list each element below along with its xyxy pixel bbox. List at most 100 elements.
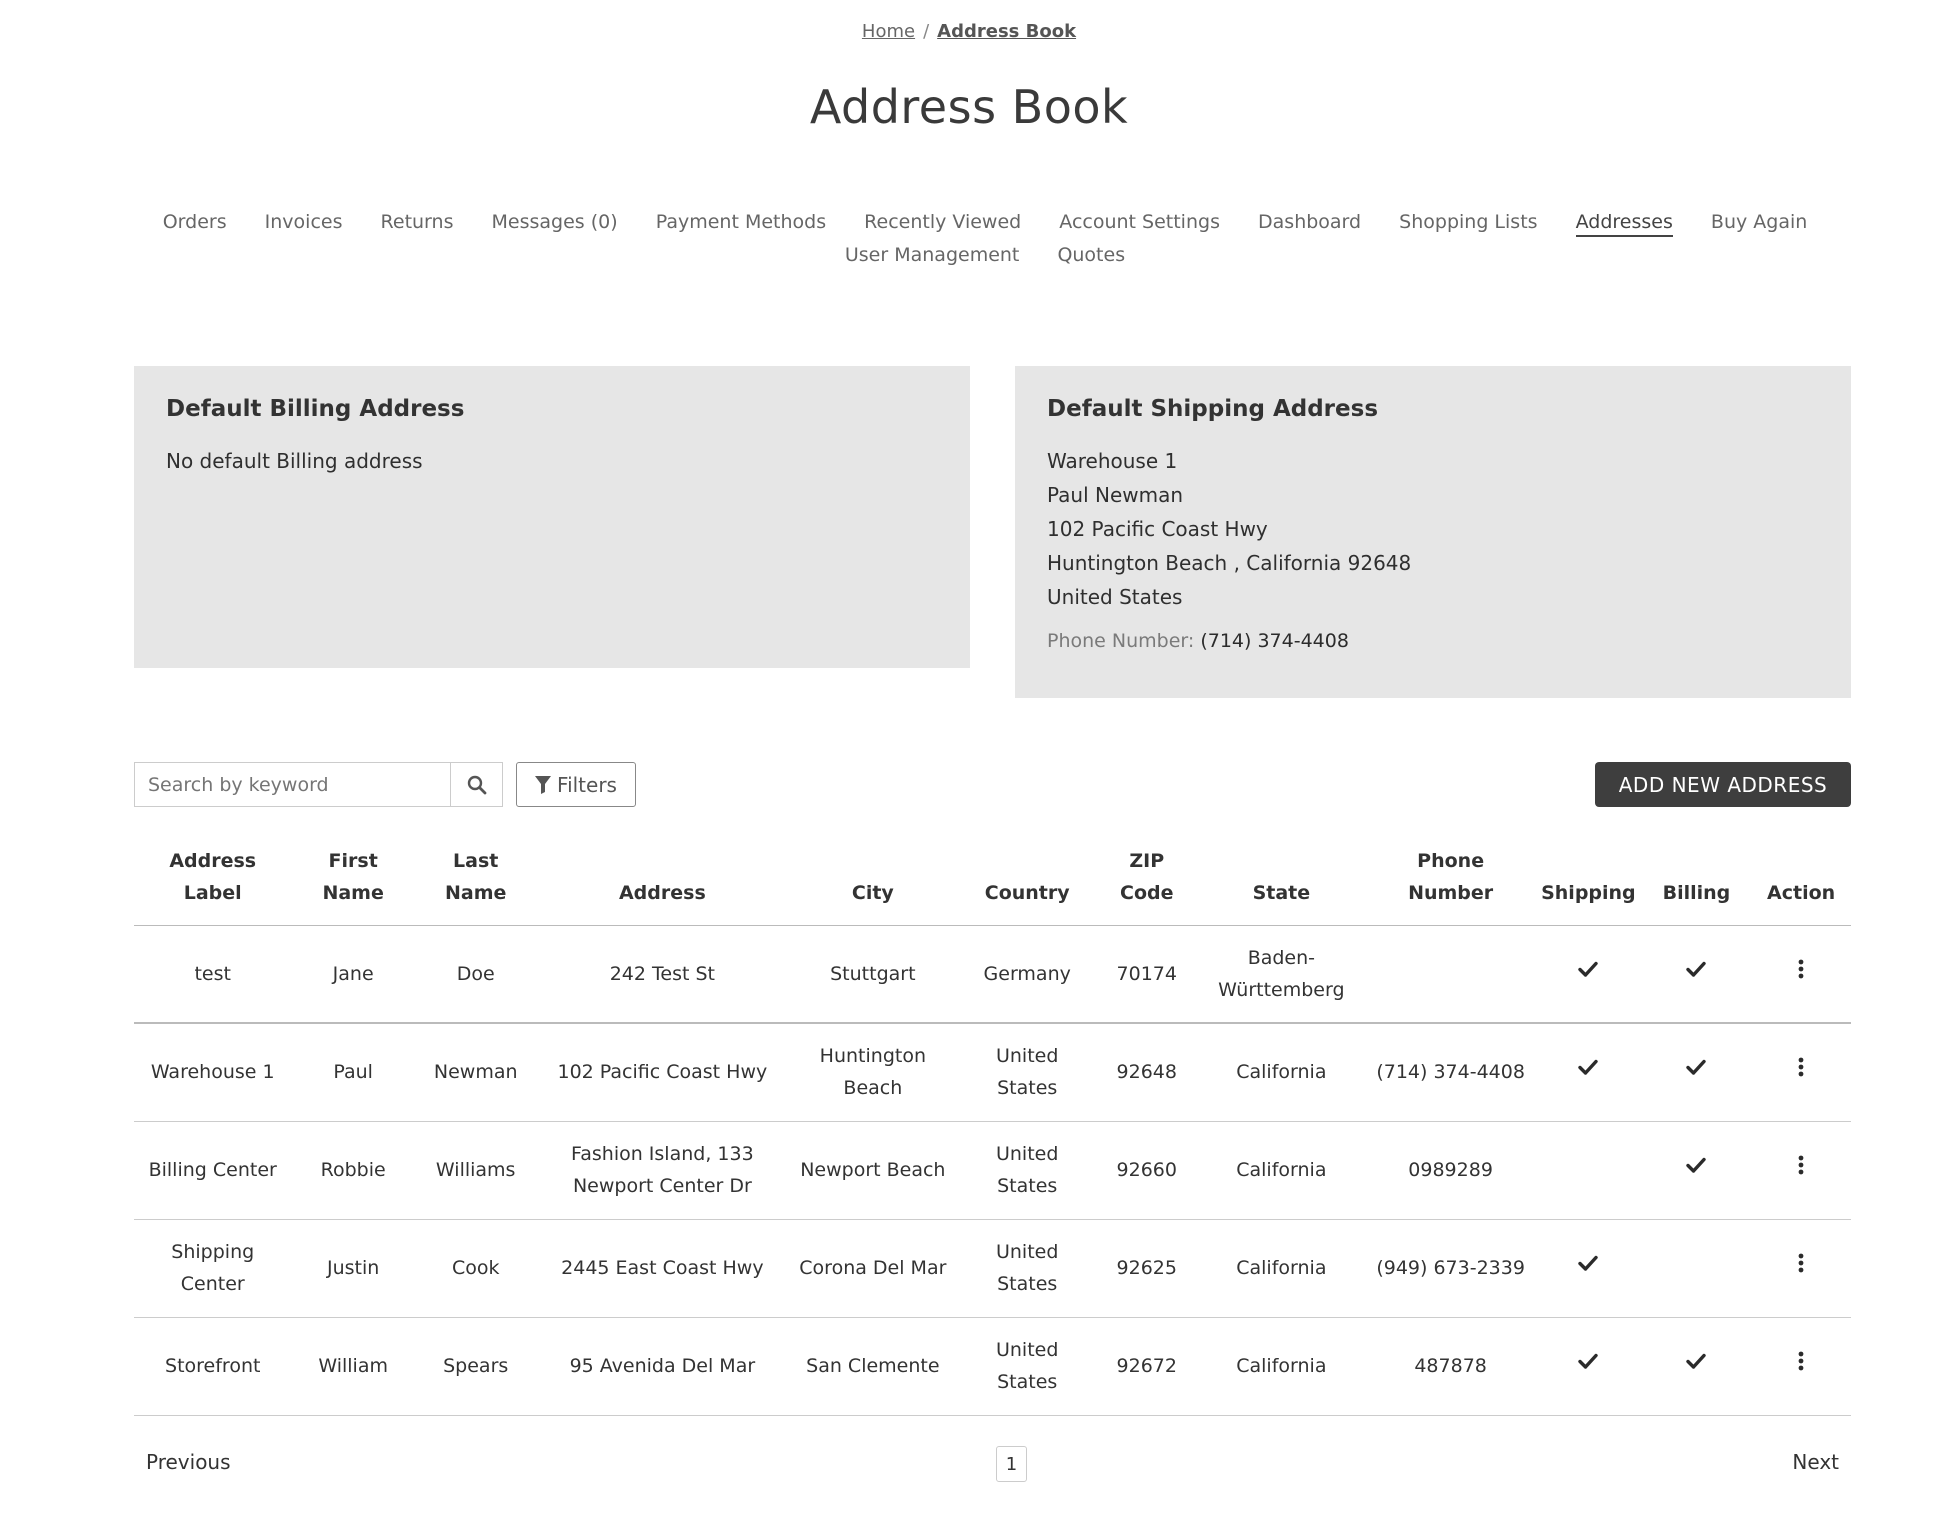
cell-address: 95 Avenida Del Mar — [536, 1317, 789, 1416]
cell-action — [1751, 1121, 1851, 1220]
filters-button[interactable]: Filters — [516, 762, 636, 807]
nav-item-orders[interactable]: Orders — [163, 206, 227, 239]
check-icon — [1578, 1060, 1599, 1075]
cell-shipping — [1535, 1023, 1642, 1122]
nav-item-invoices[interactable]: Invoices — [265, 206, 343, 239]
col-state: State — [1196, 840, 1367, 926]
cell-action — [1751, 1317, 1851, 1416]
filter-icon — [535, 775, 552, 794]
cell-state: California — [1196, 1317, 1367, 1416]
cell-first-name: William — [291, 1317, 415, 1416]
cell-action — [1751, 1219, 1851, 1318]
check-icon — [1686, 1060, 1707, 1075]
cell-address: 242 Test St — [536, 925, 789, 1024]
cell-city: San Clemente — [788, 1317, 958, 1416]
shipping-card-title: Default Shipping Address — [1047, 396, 1379, 422]
cell-state: California — [1196, 1121, 1367, 1220]
cell-city: Newport Beach — [788, 1121, 958, 1220]
page-number-button[interactable]: 1 — [996, 1446, 1027, 1482]
breadcrumb-separator: / — [923, 21, 930, 42]
cell-last-name: Spears — [414, 1317, 537, 1416]
address-toolbar: Filters ADD NEW ADDRESS — [134, 762, 1851, 807]
filters-button-label: Filters — [557, 772, 617, 797]
nav-item-buy-again[interactable]: Buy Again — [1711, 206, 1807, 239]
cell-action — [1751, 1023, 1851, 1122]
next-page-button[interactable]: Next — [1792, 1450, 1839, 1474]
check-icon — [1578, 1255, 1599, 1271]
cell-zip-code: 92648 — [1096, 1023, 1197, 1122]
cell-address-label: Shipping Center — [134, 1219, 292, 1318]
more-vertical-icon — [1798, 1253, 1804, 1273]
col-country: Country — [957, 840, 1097, 926]
shipping-phone: Phone Number: (714) 374-4408 — [1047, 630, 1819, 652]
page-title: Address Book — [809, 80, 1129, 134]
cell-first-name: Paul — [291, 1023, 415, 1122]
cell-country: United States — [957, 1121, 1097, 1220]
row-action-button[interactable] — [1790, 958, 1812, 990]
cell-phone-number: 487878 — [1366, 1317, 1536, 1416]
cell-billing — [1641, 1219, 1752, 1318]
row-action-button[interactable] — [1790, 1252, 1812, 1284]
cell-state: California — [1196, 1023, 1367, 1122]
table-row: Storefront William Spears 95 Avenida Del Ma… — [134, 1317, 1851, 1416]
col-city: City — [788, 840, 958, 926]
cell-address: Fashion Island, 133 Newport Center Dr — [536, 1121, 789, 1220]
col-address-label: Address Label — [134, 840, 292, 926]
row-action-button[interactable] — [1790, 1154, 1812, 1186]
nav-item-shopping-lists[interactable]: Shopping Lists — [1399, 206, 1537, 239]
table-row: Warehouse 1 Paul Newman 102 Pacific Coast H… — [134, 1023, 1851, 1122]
nav-item-messages[interactable]: Messages (0) — [492, 206, 618, 239]
table-row: test Jane Doe 242 Test St Stuttgart Germany 70… — [134, 925, 1851, 1024]
cell-shipping — [1535, 1219, 1642, 1318]
table-header-row: Address Label First Name Last Name Addre… — [134, 840, 1851, 926]
cell-address: 2445 East Coast Hwy — [536, 1219, 789, 1318]
row-action-button[interactable] — [1790, 1056, 1812, 1088]
pagination: Previous 1 Next — [134, 1446, 1851, 1482]
table-row: Billing Center Robbie Williams Fashion Isla… — [134, 1121, 1851, 1220]
shipping-address-label: Warehouse 1 — [1047, 449, 1178, 473]
breadcrumb-current-link[interactable]: Address Book — [937, 21, 1076, 42]
nav-item-payment-methods[interactable]: Payment Methods — [656, 206, 826, 239]
check-icon — [1578, 961, 1599, 977]
cell-first-name: Robbie — [291, 1121, 415, 1220]
row-action-button[interactable] — [1790, 1350, 1812, 1382]
nav-item-account-settings[interactable]: Account Settings — [1059, 206, 1220, 239]
check-icon — [1686, 961, 1707, 977]
search-button[interactable] — [450, 762, 503, 807]
account-nav: Orders Invoices Returns Messages (0) Pay… — [135, 206, 1835, 272]
nav-item-quotes[interactable]: Quotes — [1057, 239, 1125, 272]
shipping-contact-name: Paul Newman — [1047, 483, 1184, 507]
nav-item-dashboard[interactable]: Dashboard — [1258, 206, 1361, 239]
check-icon — [1578, 1353, 1599, 1369]
nav-item-recently-viewed[interactable]: Recently Viewed — [864, 206, 1021, 239]
breadcrumb-home-link[interactable]: Home — [862, 21, 915, 42]
cell-country: United States — [957, 1219, 1097, 1318]
check-icon — [1686, 1353, 1707, 1369]
previous-page-button[interactable]: Previous — [146, 1450, 231, 1474]
col-last-name: Last Name — [414, 840, 537, 926]
table-row: Shipping Center Justin Cook 2445 East Coast… — [134, 1219, 1851, 1318]
col-action: Action — [1751, 840, 1851, 926]
cell-state: Baden-Württemberg — [1196, 925, 1367, 1024]
cell-address-label: Storefront — [134, 1317, 292, 1416]
cell-city: Corona Del Mar — [788, 1219, 958, 1318]
cell-city: Huntington Beach — [788, 1023, 958, 1122]
cell-last-name: Newman — [414, 1023, 537, 1122]
cell-shipping — [1535, 925, 1642, 1024]
nav-item-addresses[interactable]: Addresses — [1575, 209, 1673, 237]
nav-item-returns[interactable]: Returns — [381, 206, 454, 239]
add-new-address-button[interactable]: ADD NEW ADDRESS — [1595, 762, 1851, 807]
nav-item-user-management[interactable]: User Management — [845, 239, 1020, 272]
cell-phone-number: 0989289 — [1366, 1121, 1536, 1220]
search-input[interactable] — [134, 762, 451, 807]
cell-last-name: Doe — [414, 925, 537, 1024]
cell-country: Germany — [957, 925, 1097, 1024]
cell-billing — [1641, 925, 1752, 1024]
more-vertical-icon — [1798, 959, 1804, 979]
cell-phone-number: (714) 374-4408 — [1366, 1023, 1536, 1122]
address-table: Address Label First Name Last Name Addre… — [134, 840, 1851, 1416]
cell-state: California — [1196, 1219, 1367, 1318]
shipping-country: United States — [1047, 585, 1183, 609]
shipping-street: 102 Pacific Coast Hwy — [1047, 517, 1268, 541]
col-address: Address — [536, 840, 789, 926]
